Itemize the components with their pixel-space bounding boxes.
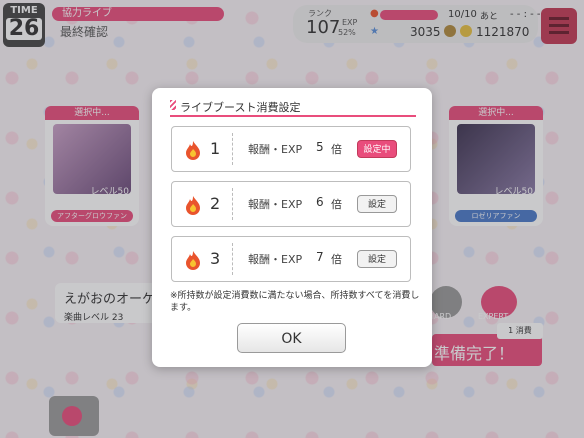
reward-label: 報酬・EXP [248, 198, 303, 211]
reward-label: 報酬・EXP [248, 143, 303, 156]
boost-option-3[interactable]: 3 報酬・EXP 7 倍 設定 [171, 236, 411, 282]
set-button-active[interactable]: 設定中 [357, 140, 397, 158]
boost-option-1[interactable]: 1 報酬・EXP 5 倍 設定中 [171, 126, 411, 172]
multiplier-unit: 倍 [331, 143, 342, 156]
divider [232, 133, 233, 165]
title-stripe-icon [170, 100, 176, 110]
ok-button[interactable]: OK [237, 323, 346, 353]
multiplier-unit: 倍 [331, 253, 342, 266]
option-number: 2 [210, 194, 221, 213]
option-number: 1 [210, 139, 221, 158]
dialog-note: ※所持数が設定消費数に満たない場合、所持数すべてを消費します。 [170, 291, 420, 313]
divider [232, 243, 233, 275]
set-button[interactable]: 設定 [357, 250, 397, 268]
multiplier-value: 6 [316, 195, 324, 209]
multiplier-unit: 倍 [331, 198, 342, 211]
divider [232, 188, 233, 220]
dialog-title: ライブブースト消費設定 [180, 101, 301, 114]
title-underline [170, 115, 416, 117]
set-button[interactable]: 設定 [357, 195, 397, 213]
fire-icon [186, 196, 200, 215]
reward-label: 報酬・EXP [248, 253, 303, 266]
fire-icon [186, 141, 200, 160]
boost-option-2[interactable]: 2 報酬・EXP 6 倍 設定 [171, 181, 411, 227]
multiplier-value: 5 [316, 140, 324, 154]
multiplier-value: 7 [316, 250, 324, 264]
fire-icon [186, 251, 200, 270]
option-number: 3 [210, 249, 221, 268]
